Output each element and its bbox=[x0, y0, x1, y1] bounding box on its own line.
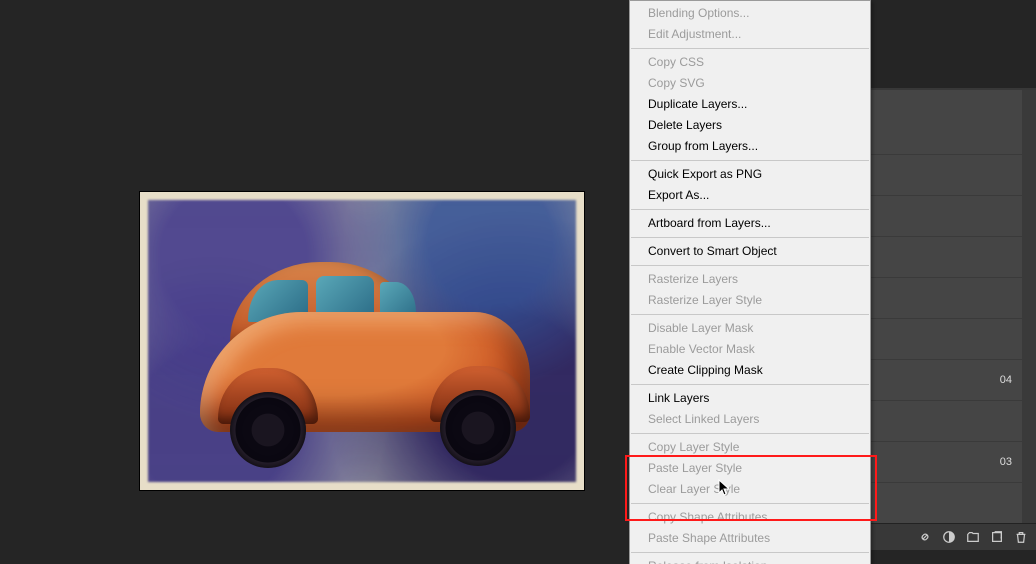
menu-item-copy-svg: Copy SVG bbox=[630, 73, 870, 94]
layer-row[interactable] bbox=[856, 319, 1022, 360]
link-icon[interactable] bbox=[918, 530, 932, 544]
menu-item-group-from-layers[interactable]: Group from Layers... bbox=[630, 136, 870, 157]
layer-row[interactable] bbox=[856, 483, 1022, 524]
layer-row[interactable] bbox=[856, 114, 1022, 155]
menu-item-convert-to-smart-object[interactable]: Convert to Smart Object bbox=[630, 241, 870, 262]
menu-item-paste-shape-attributes: Paste Shape Attributes bbox=[630, 528, 870, 549]
menu-separator bbox=[631, 237, 869, 238]
menu-separator bbox=[631, 209, 869, 210]
menu-item-release-from-isolation: Release from Isolation bbox=[630, 556, 870, 564]
menu-item-select-linked-layers: Select Linked Layers bbox=[630, 409, 870, 430]
menu-separator bbox=[631, 503, 869, 504]
menu-item-copy-layer-style: Copy Layer Style bbox=[630, 437, 870, 458]
layer-row[interactable] bbox=[856, 155, 1022, 196]
menu-item-rasterize-layer-style: Rasterize Layer Style bbox=[630, 290, 870, 311]
car-wheel bbox=[230, 392, 306, 468]
menu-item-artboard-from-layers[interactable]: Artboard from Layers... bbox=[630, 213, 870, 234]
menu-separator bbox=[631, 314, 869, 315]
menu-separator bbox=[631, 552, 869, 553]
canvas-artwork bbox=[140, 192, 584, 490]
menu-item-copy-css: Copy CSS bbox=[630, 52, 870, 73]
menu-item-quick-export-as-png[interactable]: Quick Export as PNG bbox=[630, 164, 870, 185]
menu-item-create-clipping-mask[interactable]: Create Clipping Mask bbox=[630, 360, 870, 381]
car-wheel bbox=[440, 390, 516, 466]
menu-item-rasterize-layers: Rasterize Layers bbox=[630, 269, 870, 290]
menu-separator bbox=[631, 160, 869, 161]
menu-item-delete-layers[interactable]: Delete Layers bbox=[630, 115, 870, 136]
layer-row[interactable] bbox=[856, 237, 1022, 278]
menu-item-enable-vector-mask: Enable Vector Mask bbox=[630, 339, 870, 360]
trash-icon[interactable] bbox=[1014, 530, 1028, 544]
group-icon[interactable] bbox=[966, 530, 980, 544]
menu-item-link-layers[interactable]: Link Layers bbox=[630, 388, 870, 409]
layers-panel-footer bbox=[856, 523, 1036, 550]
adjustment-icon[interactable] bbox=[942, 530, 956, 544]
menu-item-paste-layer-style: Paste Layer Style bbox=[630, 458, 870, 479]
menu-item-copy-shape-attributes: Copy Shape Attributes bbox=[630, 507, 870, 528]
menu-separator bbox=[631, 433, 869, 434]
menu-item-clear-layer-style: Clear Layer Style bbox=[630, 479, 870, 500]
layer-context-menu: Blending Options...Edit Adjustment... Cop… bbox=[629, 0, 871, 564]
menu-separator bbox=[631, 384, 869, 385]
layer-row[interactable] bbox=[856, 401, 1022, 442]
menu-separator bbox=[631, 48, 869, 49]
layer-row[interactable] bbox=[856, 278, 1022, 319]
menu-separator bbox=[631, 265, 869, 266]
menu-item-duplicate-layers[interactable]: Duplicate Layers... bbox=[630, 94, 870, 115]
layers-panel: 040302 bbox=[855, 90, 1036, 550]
layer-row[interactable]: 03 bbox=[856, 442, 1022, 483]
menu-item-edit-adjustment: Edit Adjustment... bbox=[630, 24, 870, 45]
menu-item-export-as[interactable]: Export As... bbox=[630, 185, 870, 206]
menu-item-blending-options: Blending Options... bbox=[630, 3, 870, 24]
layer-row[interactable] bbox=[856, 196, 1022, 237]
new-layer-icon[interactable] bbox=[990, 530, 1004, 544]
menu-item-disable-layer-mask: Disable Layer Mask bbox=[630, 318, 870, 339]
layer-row[interactable]: 04 bbox=[856, 360, 1022, 401]
scrollbar[interactable] bbox=[1022, 90, 1036, 550]
